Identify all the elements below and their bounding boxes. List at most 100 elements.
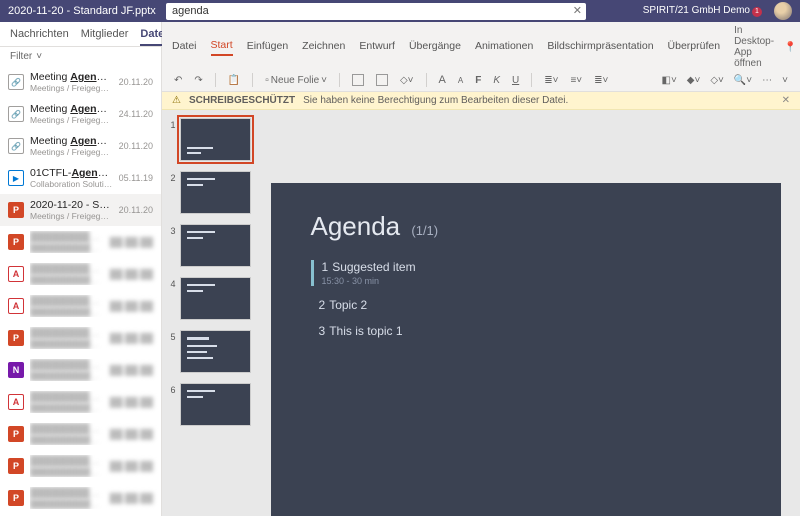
file-date: 20.11.20	[119, 77, 153, 87]
agenda-item: 3This is topic 1	[311, 324, 741, 338]
slide-thumb[interactable]	[180, 224, 251, 267]
file-date: 24.11.20	[119, 109, 153, 119]
layout-button-2[interactable]	[374, 73, 390, 87]
file-date: 20.11.20	[119, 141, 153, 151]
font-size-up[interactable]: A	[437, 73, 448, 87]
ppt-icon: P	[8, 426, 24, 442]
file-item[interactable]: 🔗 Meeting Agenda.url Meetings / Freigege…	[0, 66, 161, 98]
rtab-bildschirm[interactable]: Bildschirmpräsentation	[547, 40, 653, 55]
notification-badge: 1	[752, 7, 762, 17]
slide-title-count: (1/1)	[411, 223, 438, 238]
redo-button[interactable]: ↷	[192, 74, 204, 87]
numbered-list-button[interactable]: ≡˅	[568, 74, 584, 87]
align-button[interactable]: ≣˅	[592, 74, 610, 87]
sidebar-tabs: Nachrichten Mitglieder Dateien	[0, 22, 161, 47]
user-avatar[interactable]	[774, 2, 792, 20]
file-item-blurred[interactable]: P ████████████████████ ████████████████ …	[0, 226, 161, 258]
protected-label: SCHREIBGESCHÜTZT	[189, 95, 295, 106]
slide-thumbnails[interactable]: 1 2 3 4 5 6	[162, 110, 257, 516]
thumb-number: 2	[168, 171, 176, 183]
protected-message: Sie haben keine Berechtigung zum Bearbei…	[303, 95, 568, 106]
more-button[interactable]: ⋯	[760, 74, 774, 87]
ppt-icon: P	[8, 234, 24, 250]
rtab-animationen[interactable]: Animationen	[475, 40, 533, 55]
ribbon-collapse-button[interactable]: ˅	[780, 74, 790, 87]
url-icon: 🔗	[8, 106, 24, 122]
open-desktop-button[interactable]: In Desktop-App öffnen	[734, 25, 774, 69]
file-item[interactable]: 🔗 Meeting Agenda.url Meetings / Freigege…	[0, 98, 161, 130]
powerpoint-frame: Datei Start Einfügen Zeichnen Entwurf Üb…	[162, 22, 800, 516]
agenda-item: 2Topic 2	[311, 298, 741, 312]
undo-button[interactable]: ↶	[172, 74, 184, 87]
layout-button[interactable]	[350, 73, 366, 87]
file-item[interactable]: 🔗 Meeting Agenda.url Meetings / Freigege…	[0, 130, 161, 162]
ppt-icon: P	[8, 458, 24, 474]
file-item[interactable]: P 2020-11-20 - Standard JF.pptx Meetings…	[0, 194, 161, 226]
file-item-blurred[interactable]: P ████████████████████ ████████████████ …	[0, 322, 161, 354]
file-item-blurred[interactable]: N ████████████████████ ████████████████ …	[0, 354, 161, 386]
warning-icon: ⚠	[172, 95, 181, 106]
slide-thumb[interactable]	[180, 277, 251, 320]
font-size-down[interactable]: A	[456, 75, 465, 86]
file-name: 2020-11-20 - Standard JF.pptx	[30, 199, 113, 211]
file-item-blurred[interactable]: A ████████████████████ ████████████████ …	[0, 290, 161, 322]
file-location: Collaboration Solutions / Freigegebene D…	[30, 179, 113, 189]
url-icon: 🔗	[8, 138, 24, 154]
rtab-einfuegen[interactable]: Einfügen	[247, 40, 288, 55]
file-location: Meetings / Freigegebene Dokumente	[30, 83, 113, 93]
file-name: Meeting Agenda.url	[30, 135, 113, 147]
file-title: 2020-11-20 - Standard JF.pptx	[8, 5, 166, 17]
chevron-down-icon: ˅	[36, 51, 42, 62]
file-item-blurred[interactable]: A ████████████████████ ████████████████ …	[0, 258, 161, 290]
tenant-label: SPIRIT/21 GmbH Demo1	[643, 5, 762, 17]
file-item[interactable]: ▶ 01CTFL-Agenda.mp4 Collaboration Soluti…	[0, 162, 161, 194]
tab-nachrichten[interactable]: Nachrichten	[10, 28, 69, 46]
protected-view-bar: ⚠ SCHREIBGESCHÜTZT Sie haben keine Berec…	[162, 92, 800, 110]
rtab-entwurf[interactable]: Entwurf	[359, 40, 395, 55]
underline-button[interactable]: U	[510, 74, 521, 87]
file-name: Meeting Agenda.url	[30, 103, 113, 115]
ribbon-commands: ↶ ↷ 📋 ▫ Neue Folie ˅ ◇˅ A A F K U ≣˅ ≡˅	[162, 69, 800, 92]
file-location: Meetings / Freigegebene Dokumente	[30, 211, 113, 221]
rtab-uebergaenge[interactable]: Übergänge	[409, 40, 461, 55]
rtab-zeichnen[interactable]: Zeichnen	[302, 40, 345, 55]
global-search-input[interactable]	[166, 3, 586, 20]
shape-outline-button[interactable]: ◇˅	[708, 74, 726, 87]
new-slide-button[interactable]: ▫ Neue Folie ˅	[263, 74, 329, 87]
rtab-ueberpruefen[interactable]: Überprüfen	[668, 40, 721, 55]
thumb-number: 4	[168, 277, 176, 289]
tab-mitglieder[interactable]: Mitglieder	[81, 28, 129, 46]
file-item-blurred[interactable]: P ████████████████████ ████████████████ …	[0, 418, 161, 450]
rtab-start[interactable]: Start	[211, 39, 233, 56]
ribbon-tabs: Datei Start Einfügen Zeichnen Entwurf Üb…	[162, 22, 800, 69]
url-icon: 🔗	[8, 74, 24, 90]
find-button[interactable]: 🔍˅	[732, 74, 754, 87]
file-name: Meeting Agenda.url	[30, 71, 113, 83]
bullet-list-button[interactable]: ≣˅	[542, 74, 560, 87]
thumb-number: 1	[168, 118, 176, 130]
shape-fill-button[interactable]: ◆˅	[685, 74, 703, 87]
agenda-item: 1Suggested item15:30 - 30 min	[311, 260, 741, 286]
file-item-blurred[interactable]: P ████████████████████ ████████████████ …	[0, 450, 161, 482]
file-date: 20.11.20	[119, 205, 153, 215]
file-item-blurred[interactable]: P ████████████████████ ████████████████ …	[0, 482, 161, 514]
thumb-number: 3	[168, 224, 176, 236]
paste-button[interactable]: 📋	[226, 74, 242, 87]
filter-toggle[interactable]: Filter ˅	[0, 47, 161, 66]
slide-thumb[interactable]	[180, 171, 251, 214]
clear-search-icon[interactable]: ✕	[573, 4, 582, 17]
current-slide: Agenda (1/1) 1Suggested item15:30 - 30 m…	[271, 183, 781, 516]
shapes-button[interactable]: ◇˅	[398, 74, 416, 87]
italic-button[interactable]: K	[491, 74, 502, 87]
file-list[interactable]: 🔗 Meeting Agenda.url Meetings / Freigege…	[0, 66, 161, 516]
bold-button[interactable]: F	[473, 74, 483, 87]
close-icon[interactable]: ✕	[782, 95, 790, 106]
ppt-icon: P	[8, 202, 24, 218]
file-item-blurred[interactable]: A ████████████████████ ████████████████ …	[0, 386, 161, 418]
slide-thumb[interactable]	[180, 118, 251, 161]
arrange-button[interactable]: ◧˅	[660, 74, 679, 87]
location-icon: 📍	[784, 42, 796, 53]
rtab-datei[interactable]: Datei	[172, 40, 197, 55]
slide-thumb[interactable]	[180, 330, 251, 373]
slide-thumb[interactable]	[180, 383, 251, 426]
